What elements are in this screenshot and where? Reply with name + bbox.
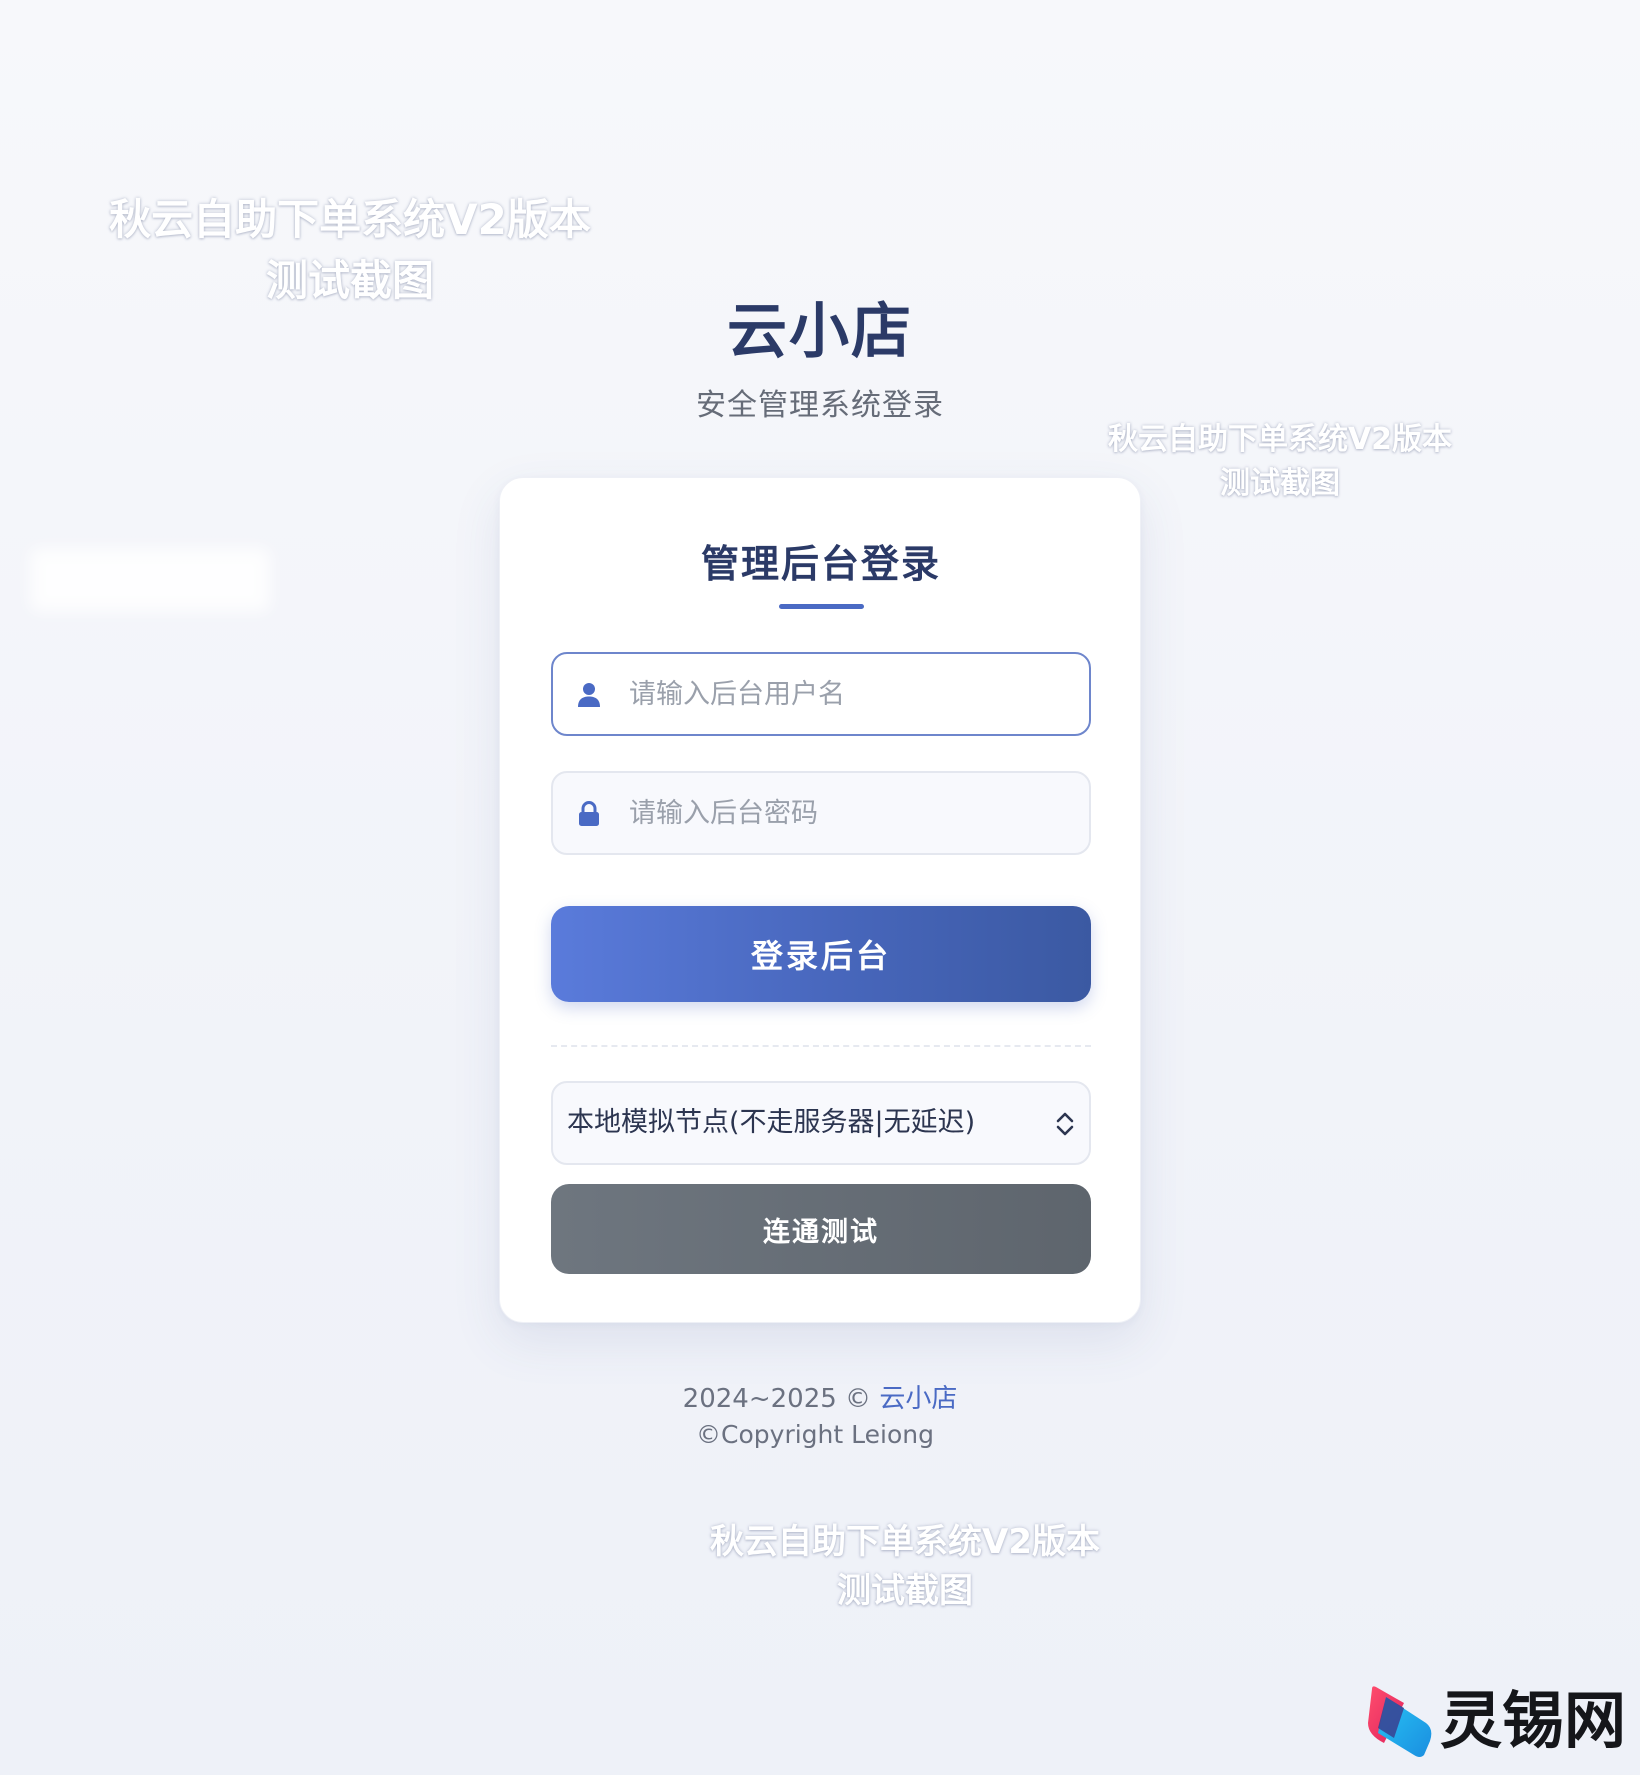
- footer-brand-link[interactable]: 云小店: [879, 1384, 957, 1414]
- username-field[interactable]: [551, 652, 1091, 736]
- watermark-line1: 秋云自助下单系统V2版本: [109, 195, 591, 244]
- watermark: 秋云自助下单系统V2版本 测试截图: [1095, 418, 1465, 505]
- login-button[interactable]: 登录后台: [551, 906, 1091, 1002]
- password-field[interactable]: [551, 771, 1091, 855]
- connectivity-test-button[interactable]: 连通测试: [551, 1184, 1091, 1274]
- username-input[interactable]: [629, 654, 1079, 734]
- node-select-value: 本地模拟节点(不走服务器|无延迟): [567, 1107, 976, 1138]
- corner-logo-text: 灵锡网: [1439, 1684, 1626, 1757]
- node-select[interactable]: 本地模拟节点(不走服务器|无延迟): [551, 1081, 1091, 1165]
- watermark-line1: 秋云自助下单系统V2版本: [710, 1522, 1100, 1562]
- title-underline: [779, 604, 864, 609]
- watermark: 秋云自助下单系统V2版本 测试截图: [700, 1518, 1110, 1617]
- watermark-line1: 秋云自助下单系统V2版本: [1107, 422, 1453, 457]
- user-icon: [578, 683, 600, 707]
- watermark-line2: 测试截图: [837, 1571, 973, 1612]
- blurred-overlay: [30, 548, 270, 612]
- footer-years-text: 2024~2025 ©: [682, 1384, 880, 1414]
- dashed-divider: [551, 1045, 1091, 1047]
- login-card: 管理后台登录 登录后台 本地模拟节点(不走服务器|无延迟) 连通测试: [499, 477, 1141, 1323]
- brand-title: 云小店: [727, 297, 913, 367]
- brand-subtitle: 安全管理系统登录: [696, 388, 944, 423]
- corner-logo: 灵锡网: [1364, 1683, 1626, 1759]
- password-input[interactable]: [629, 773, 1079, 853]
- watermark-line2: 测试截图: [1220, 465, 1340, 501]
- footer-copyright: ©Copyright Leiong: [696, 1420, 934, 1449]
- chevron-up-down-icon: [1056, 1112, 1074, 1136]
- lock-icon: [579, 801, 599, 826]
- card-title: 管理后台登录: [700, 542, 941, 586]
- footer-years: 2024~2025 © 云小店: [0, 1378, 1640, 1415]
- site-logo-icon: [1367, 1686, 1432, 1757]
